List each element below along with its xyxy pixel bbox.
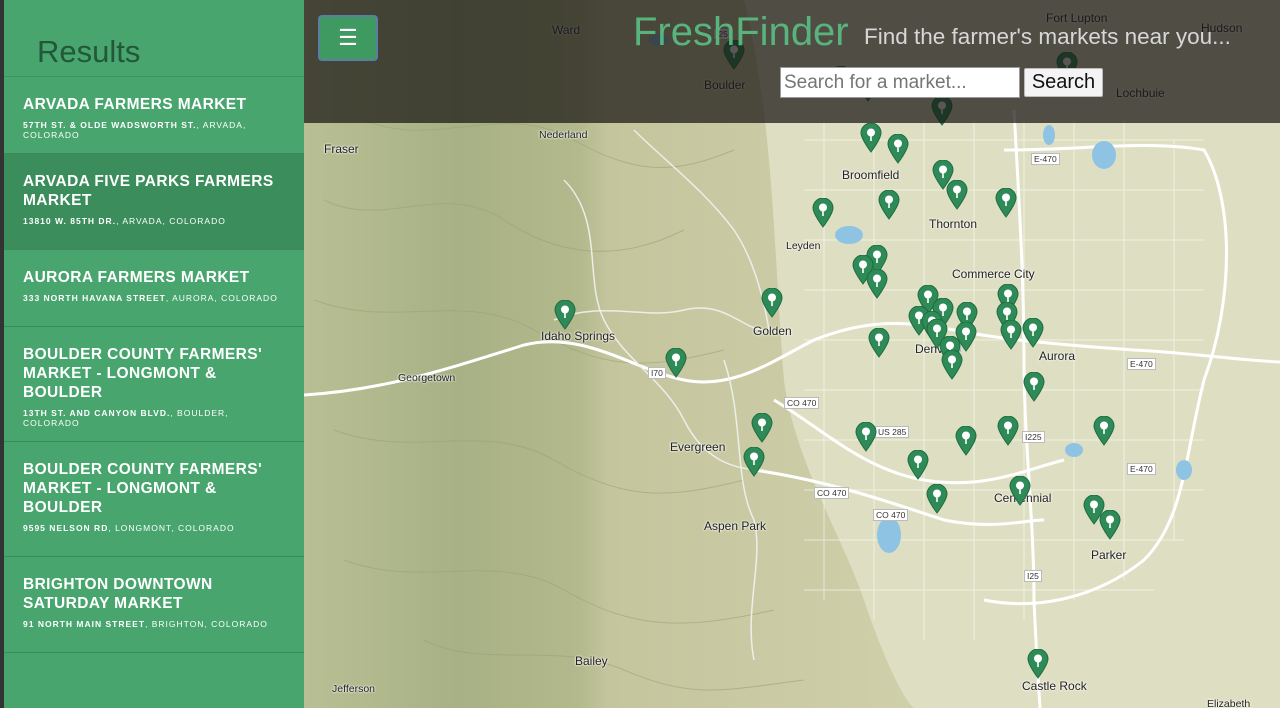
map-pin-icon[interactable]	[1009, 476, 1031, 506]
road-label: CO 470	[873, 509, 909, 521]
map-pin-icon[interactable]	[1099, 510, 1121, 540]
tagline: Find the farmer's markets near you...	[864, 24, 1231, 49]
map-place-label: Aspen Park	[704, 519, 767, 533]
map-pin-icon[interactable]	[761, 288, 783, 318]
road-label: I25	[1024, 570, 1042, 582]
road-label: CO 470	[784, 397, 820, 409]
map-pin-icon[interactable]	[941, 350, 963, 380]
result-street: 91 NORTH MAIN STREET	[23, 619, 146, 629]
map-place-label: Thornton	[929, 217, 978, 231]
result-name: BRIGHTON DOWNTOWN SATURDAY MARKET	[23, 576, 213, 612]
search-input[interactable]	[780, 67, 1020, 98]
result-item[interactable]: AURORA FARMERS MARKET 333 NORTH HAVANA ST…	[4, 250, 304, 327]
map-pin-icon[interactable]	[860, 123, 882, 153]
result-street: 9595 NELSON RD	[23, 523, 109, 533]
map-place-label: Georgetown	[398, 372, 456, 384]
result-name: ARVADA FIVE PARKS FARMERS MARKET	[23, 173, 274, 209]
result-street: 57TH ST. & OLDE WADSWORTH ST.	[23, 120, 197, 130]
map-pin-icon[interactable]	[866, 269, 888, 299]
road-label: CO 470	[814, 487, 850, 499]
map-pin-icon[interactable]	[946, 180, 968, 210]
result-city: , AURORA, COLORADO	[165, 293, 278, 303]
map-place-label: Evergreen	[670, 440, 726, 454]
map-pin-icon[interactable]	[1000, 320, 1022, 350]
road-label: US 285	[875, 426, 910, 438]
results-sidebar: Results ARVADA FARMERS MARKET 57TH ST. & …	[4, 0, 304, 708]
app-header: ☰ FreshFinder Find the farmer's markets …	[304, 0, 1280, 123]
menu-button[interactable]: ☰	[318, 15, 378, 61]
result-name: ARVADA FARMERS MARKET	[23, 96, 247, 113]
result-address: 57TH ST. & OLDE WADSWORTH ST., ARVADA, C…	[23, 120, 286, 140]
result-address: 13810 W. 85TH DR., ARVADA, COLORADO	[23, 216, 286, 226]
result-item[interactable]: ARVADA FARMERS MARKET 57TH ST. & OLDE WAD…	[4, 77, 304, 154]
map-pin-icon[interactable]	[743, 447, 765, 477]
map-pin-icon[interactable]	[1093, 416, 1115, 446]
road-label: I70	[648, 367, 666, 379]
road-label: E-470	[1127, 463, 1156, 475]
map-pin-icon[interactable]	[878, 190, 900, 220]
map-pin-icon[interactable]	[751, 413, 773, 443]
map-place-label: Elizabeth	[1207, 698, 1251, 708]
result-city: , BRIGHTON, COLORADO	[145, 619, 268, 629]
map-place-label: Nederland	[539, 129, 588, 141]
map-pin-icon[interactable]	[868, 328, 890, 358]
result-item[interactable]: ARVADA FIVE PARKS FARMERS MARKET 13810 W.…	[4, 154, 304, 250]
sidebar-title: Results	[4, 0, 304, 77]
road-label: E-470	[1031, 153, 1060, 165]
result-item[interactable]: BOULDER COUNTY FARMERS' MARKET - LONGMON…	[4, 327, 304, 442]
search-button[interactable]: Search	[1024, 68, 1103, 97]
map-pin-icon[interactable]	[1027, 649, 1049, 679]
map-pin-icon[interactable]	[995, 188, 1017, 218]
map-place-label: Fraser	[324, 142, 359, 156]
result-address: 13TH ST. AND CANYON BLVD., BOULDER, COLO…	[23, 408, 286, 428]
hamburger-icon: ☰	[338, 25, 358, 50]
result-city: , LONGMONT, COLORADO	[108, 523, 235, 533]
map-place-label: Broomfield	[842, 168, 900, 182]
result-address: 9595 NELSON RD, LONGMONT, COLORADO	[23, 523, 286, 533]
result-item[interactable]: BRIGHTON DOWNTOWN SATURDAY MARKET 91 NORT…	[4, 557, 304, 653]
results-list: ARVADA FARMERS MARKET 57TH ST. & OLDE WAD…	[4, 77, 304, 653]
map-pin-icon[interactable]	[665, 348, 687, 378]
map-place-label: Leyden	[786, 240, 821, 252]
map-place-label: Castle Rock	[1022, 679, 1087, 693]
map-pin-icon[interactable]	[997, 416, 1019, 446]
map-pin-icon[interactable]	[887, 134, 909, 164]
result-city: , ARVADA, COLORADO	[116, 216, 226, 226]
map-pin-icon[interactable]	[554, 300, 576, 330]
map-place-label: Aurora	[1039, 349, 1076, 363]
map-place-label: Commerce City	[952, 267, 1035, 281]
road-label: I225	[1022, 431, 1045, 443]
map-place-label: Parker	[1091, 548, 1127, 562]
map-place-label: Jefferson	[332, 683, 375, 695]
map-place-label: Bailey	[575, 654, 608, 668]
result-name: AURORA FARMERS MARKET	[23, 269, 250, 286]
result-street: 13810 W. 85TH DR.	[23, 216, 117, 226]
result-name: BOULDER COUNTY FARMERS' MARKET - LONGMON…	[23, 461, 263, 516]
map-pin-icon[interactable]	[855, 422, 877, 452]
result-name: BOULDER COUNTY FARMERS' MARKET - LONGMON…	[23, 346, 263, 401]
map-place-label: Golden	[753, 324, 792, 338]
map-pin-icon[interactable]	[1023, 372, 1045, 402]
brand-title: FreshFinder	[633, 10, 849, 54]
map-place-label: Idaho Springs	[541, 329, 616, 343]
map-pin-icon[interactable]	[907, 450, 929, 480]
road-label: E-470	[1127, 358, 1156, 370]
result-address: 333 NORTH HAVANA STREET, AURORA, COLORAD…	[23, 293, 286, 303]
map-pin-icon[interactable]	[1022, 318, 1044, 348]
result-item[interactable]: BOULDER COUNTY FARMERS' MARKET - LONGMON…	[4, 442, 304, 557]
result-address: 91 NORTH MAIN STREET, BRIGHTON, COLORADO	[23, 619, 286, 629]
map-pin-icon[interactable]	[955, 426, 977, 456]
result-street: 333 NORTH HAVANA STREET	[23, 293, 166, 303]
map-pin-icon[interactable]	[926, 484, 948, 514]
map-pin-icon[interactable]	[812, 198, 834, 228]
result-street: 13TH ST. AND CANYON BLVD.	[23, 408, 171, 418]
